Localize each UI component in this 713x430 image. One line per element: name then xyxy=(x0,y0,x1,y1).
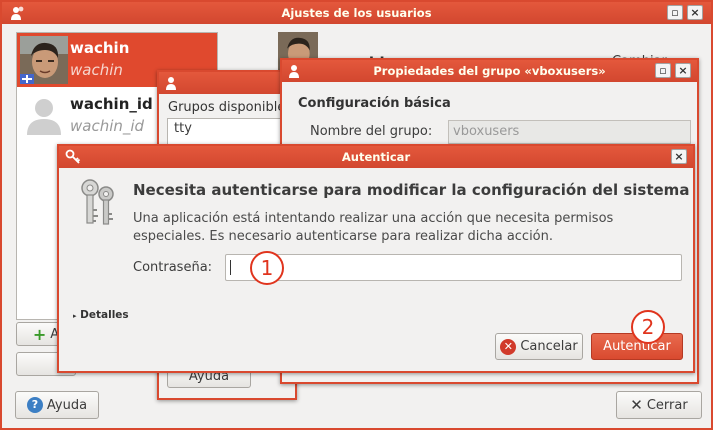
auth-titlebar[interactable]: Autenticar × xyxy=(59,146,693,168)
group-name-label: Nombre del grupo: xyxy=(310,124,433,139)
close-window-button[interactable]: × xyxy=(687,5,703,20)
user-settings-titlebar[interactable]: Ajustes de los usuarios × ▫ xyxy=(2,2,711,24)
users-icon xyxy=(166,77,176,90)
password-input[interactable] xyxy=(225,254,682,281)
basic-config-heading: Configuración básica xyxy=(298,96,451,111)
auth-heading: Necesita autenticarse para modificar la … xyxy=(133,181,690,199)
maximize-icon: ▫ xyxy=(671,6,679,19)
user-login: wachin_id xyxy=(70,117,145,135)
maximize-icon: ▫ xyxy=(659,64,667,77)
cancel-icon: ✕ xyxy=(500,338,517,355)
close-window-button[interactable]: × xyxy=(671,149,687,164)
password-label: Contraseña: xyxy=(133,260,213,275)
close-button[interactable]: ✕ Cerrar xyxy=(616,391,702,419)
close-icon: × xyxy=(674,150,684,163)
window-title: Autenticar xyxy=(341,150,411,164)
group-properties-titlebar[interactable]: Propiedades del grupo «vboxusers» × ▫ xyxy=(282,60,697,82)
avatar xyxy=(20,36,68,84)
auth-dialog: Autenticar × Necesita autenticarse para … xyxy=(57,144,695,373)
window-title: Propiedades del grupo «vboxusers» xyxy=(373,64,606,78)
group-name-field[interactable]: vboxusers xyxy=(448,120,691,144)
cancel-button[interactable]: ✕ Cancelar xyxy=(495,333,583,360)
users-icon xyxy=(11,6,24,20)
groups-titlebar[interactable] xyxy=(159,72,295,94)
user-name: wachin_id xyxy=(70,95,153,113)
text-cursor xyxy=(230,260,231,275)
help-icon: ? xyxy=(26,397,43,413)
plus-icon: + xyxy=(32,324,47,344)
close-icon: × xyxy=(690,6,700,19)
annotation-badge-2: 2 xyxy=(631,310,665,344)
auth-message: Una aplicación está intentando realizar … xyxy=(133,211,614,244)
user-avatar-icon xyxy=(27,99,61,135)
available-groups-header: Grupos disponibles xyxy=(168,100,293,115)
keys-icon xyxy=(81,179,114,225)
close-x-icon: ✕ xyxy=(630,396,643,414)
annotation-badge-1: 1 xyxy=(250,251,284,285)
details-expander[interactable]: ▸ Detalles xyxy=(73,309,129,321)
user-name: wachin xyxy=(70,39,130,57)
expander-arrow-icon: ▸ xyxy=(73,312,77,320)
group-list-item[interactable]: tty xyxy=(174,121,192,136)
maximize-window-button[interactable]: ▫ xyxy=(655,63,671,78)
close-window-button[interactable]: × xyxy=(675,63,691,78)
keys-icon xyxy=(65,149,81,164)
window-title: Ajustes de los usuarios xyxy=(281,6,432,20)
user-login: wachin xyxy=(70,61,123,79)
help-button[interactable]: ? Ayuda xyxy=(15,391,99,419)
users-icon xyxy=(289,65,299,78)
maximize-window-button[interactable]: ▫ xyxy=(667,5,683,20)
close-icon: × xyxy=(678,64,688,77)
